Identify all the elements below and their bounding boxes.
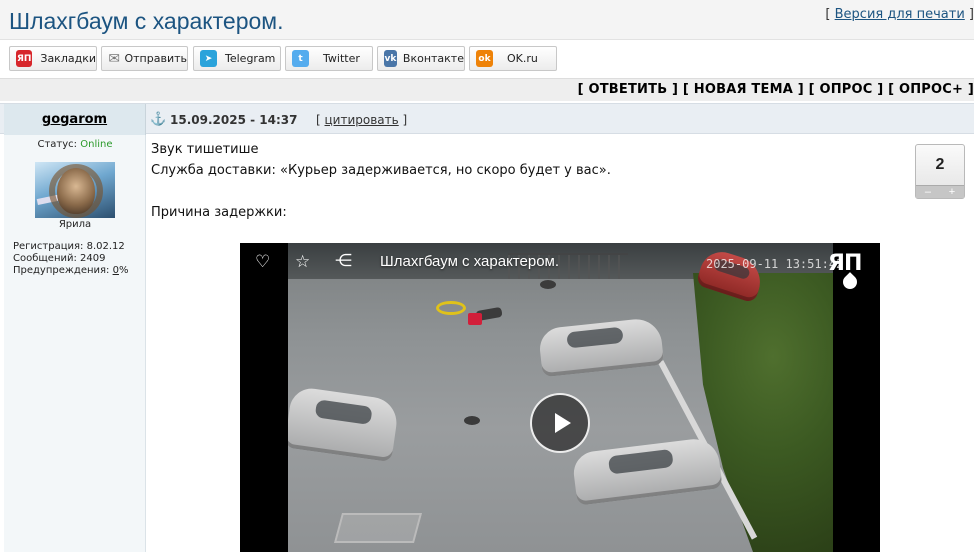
bookmarks-button[interactable]: ЯП Закладки (9, 46, 97, 71)
video-scene-trees (693, 273, 833, 552)
rating-minus-button[interactable]: – (925, 186, 931, 198)
video-title: Шлахгбаум с характером. (380, 253, 560, 270)
poll-plus-button[interactable]: [ ОПРОС+ ] (888, 82, 974, 97)
print-version: [ Версия для печати ] (825, 7, 974, 22)
rating-value: 2 (935, 156, 945, 173)
ok-label: OK.ru (507, 52, 538, 65)
print-bracket-close: ] (968, 7, 974, 22)
topic-actions-bar: [ ОТВЕТИТЬ ] [ НОВАЯ ТЕМА ] [ ОПРОС ] [ … (0, 78, 974, 101)
post-datetime: 15.09.2025 - 14:37 (170, 113, 298, 127)
print-version-link[interactable]: Версия для печати (835, 7, 965, 22)
video-scene-car (537, 316, 665, 378)
registration-date: Регистрация: 8.02.12 (13, 241, 125, 252)
page-title: Шлахгбаум с характером. (9, 8, 284, 34)
ok-button[interactable]: ok OK.ru (469, 46, 557, 71)
telegram-button[interactable]: ➤ Telegram (193, 46, 281, 71)
video-scene-car (571, 436, 723, 506)
yap-icon: ЯП (16, 50, 33, 67)
quote-link[interactable]: цитировать (325, 113, 399, 127)
video-scene-manhole (540, 280, 556, 289)
telegram-icon: ➤ (200, 50, 217, 67)
author-cell: gogarom (4, 104, 146, 135)
share-bar: ЯП Закладки ✉ Отправить ➤ Telegram t Twi… (0, 41, 974, 77)
quote-control: [ цитировать ] (316, 113, 407, 127)
author-status: Статус: Online (4, 139, 146, 150)
car-window (566, 326, 624, 349)
page: Шлахгбаум с характером. [ Версия для печ… (0, 0, 974, 552)
post-text-line: Звук тишетише (151, 142, 259, 157)
quote-bracket-open: [ (316, 113, 321, 127)
car-window (314, 399, 373, 425)
avatar[interactable] (35, 162, 115, 218)
anchor-icon[interactable]: ⚓ (150, 111, 166, 127)
heart-icon[interactable]: ♡ (255, 252, 270, 272)
share-icon[interactable]: ⋲ (335, 251, 352, 271)
star-icon[interactable]: ☆ (295, 252, 310, 272)
car-window (607, 448, 674, 475)
topic-actions: [ ОТВЕТИТЬ ] [ НОВАЯ ТЕМА ] [ ОПРОС ] [ … (578, 82, 974, 97)
status-label: Статус: (37, 139, 78, 150)
video-scene-trailer (333, 513, 423, 543)
video-scene-car (288, 385, 400, 463)
author-name[interactable]: gogarom (42, 112, 107, 127)
warnings: Предупреждения: 0% (13, 265, 128, 277)
twitter-label: Twitter (323, 52, 360, 65)
post-header: gogarom ⚓ 15.09.2025 - 14:37 [ цитироват… (0, 103, 974, 135)
message-count: Сообщений: 2409 (13, 253, 106, 264)
quote-bracket-close: ] (402, 113, 408, 127)
yap-logo: ЯП (828, 251, 862, 276)
warnings-suffix: % (118, 265, 129, 276)
topic-header: Шлахгбаум с характером. [ Версия для печ… (0, 0, 974, 40)
twitter-icon: t (292, 50, 309, 67)
new-topic-button[interactable]: [ НОВАЯ ТЕМА ] (683, 82, 804, 97)
video-timestamp: 2025-09-11 13:51:42 (706, 257, 844, 271)
play-button[interactable] (530, 393, 590, 453)
status-online: Online (80, 139, 113, 150)
print-bracket-open: [ (825, 7, 831, 22)
vkontakte-button[interactable]: vk Вконтакте (377, 46, 465, 71)
bookmarks-label: Закладки (40, 52, 96, 65)
post-body: Звук тишетише Служба доставки: «Курьер з… (147, 135, 974, 552)
reply-button[interactable]: [ ОТВЕТИТЬ ] (578, 82, 679, 97)
video-scene-delivery-bag (468, 313, 482, 325)
rating-plus-button[interactable]: + (949, 186, 955, 198)
twitter-button[interactable]: t Twitter (285, 46, 373, 71)
telegram-label: Telegram (225, 52, 276, 65)
video-scene-manhole (464, 416, 480, 425)
video-scene-scooter (436, 301, 466, 315)
author-stats: Регистрация: 8.02.12 Сообщений: 2409 Пре… (13, 241, 128, 277)
ok-icon: ok (476, 50, 493, 67)
post-rating: 2 – + (915, 144, 965, 199)
avatar-face-shape (57, 168, 95, 214)
author-title: Ярила (58, 219, 92, 230)
vkontakte-label: Вконтакте (402, 52, 464, 65)
vk-icon: vk (384, 50, 397, 67)
play-icon (554, 413, 571, 433)
send-button[interactable]: ✉ Отправить (101, 46, 188, 71)
send-label: Отправить (124, 52, 187, 65)
mail-icon: ✉ (108, 50, 121, 67)
rating-controls: – + (916, 185, 964, 198)
author-profile: Статус: Online Ярила Регистрация: 8.02.1… (4, 135, 146, 552)
post-text-line: Причина задержки: (151, 205, 287, 220)
post-text-line: Служба доставки: «Курьер задерживается, … (151, 163, 611, 178)
video-player[interactable]: ♡ ☆ ⋲ Шлахгбаум с характером. 2025-09-11… (240, 243, 880, 552)
poll-button[interactable]: [ ОПРОС ] (809, 82, 884, 97)
warnings-label: Предупреждения: (13, 265, 110, 276)
